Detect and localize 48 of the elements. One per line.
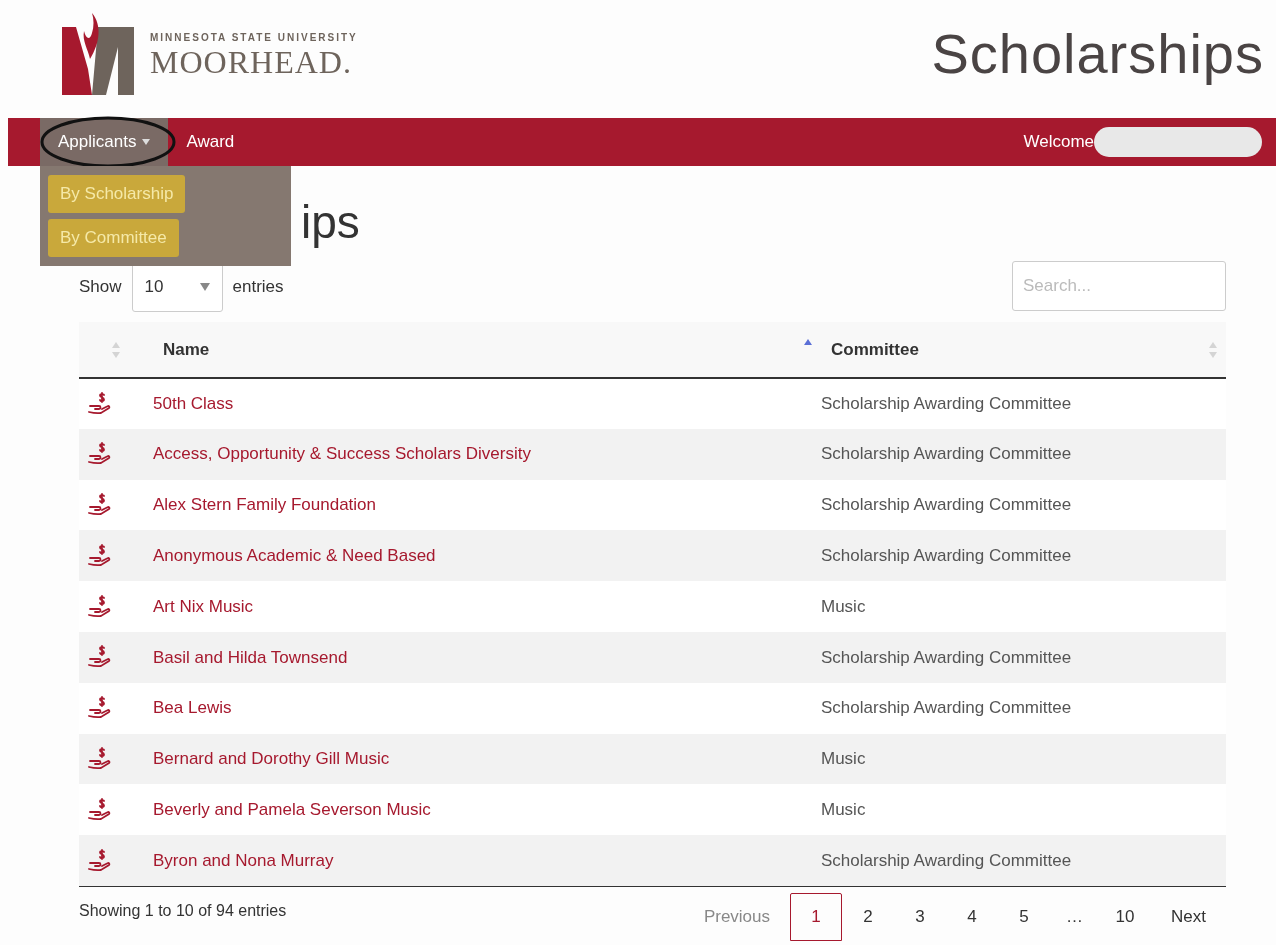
committee-cell: Scholarship Awarding Committee xyxy=(821,495,1072,515)
scholarship-link[interactable]: 50th Class xyxy=(153,394,234,414)
hand-dollar-icon xyxy=(87,796,113,823)
scholarship-link[interactable]: Bernard and Dorothy Gill Music xyxy=(153,749,390,769)
committee-cell: Scholarship Awarding Committee xyxy=(821,546,1072,566)
committee-cell: Music xyxy=(821,596,866,616)
column-header[interactable]: Name xyxy=(163,336,210,363)
page-button[interactable]: 4 xyxy=(946,892,999,941)
page-button[interactable]: 10 xyxy=(1099,892,1152,941)
scholarship-link[interactable]: Basil and Hilda Townsend xyxy=(153,647,348,667)
pagination-ellipsis: … xyxy=(1065,906,1085,929)
hand-dollar-icon xyxy=(87,492,113,518)
scholarship-link[interactable]: Bea Lewis xyxy=(153,698,232,718)
scholarship-link[interactable]: Anonymous Academic & Need Based xyxy=(153,546,436,566)
page-button[interactable]: 1 xyxy=(790,892,843,941)
scholarship-link[interactable]: Art Nix Music xyxy=(153,596,254,616)
scholarship-link[interactable]: Access, Opportunity & Success Scholars Diversity xyxy=(153,444,531,464)
committee-cell: Music xyxy=(821,749,866,769)
page-button[interactable]: 5 xyxy=(998,892,1051,941)
column-header[interactable]: Committee xyxy=(831,336,919,363)
hand-dollar-icon xyxy=(87,847,113,874)
university-name: MOORHEAD. xyxy=(150,44,353,79)
scholarship-link[interactable]: Alex Stern Family Foundation xyxy=(153,495,376,515)
page-button[interactable]: 2 xyxy=(842,892,895,941)
scholarship-link[interactable]: Byron and Nona Murray xyxy=(153,850,334,870)
entries-label: entries xyxy=(232,276,284,299)
nav-item[interactable]: Award xyxy=(168,118,253,166)
site-title: Scholarships xyxy=(931,21,1264,87)
page-title: ips xyxy=(301,195,360,250)
hand-dollar-icon xyxy=(87,390,113,417)
entries-info: Showing 1 to 10 of 94 entries xyxy=(79,900,287,921)
hand-dollar-icon xyxy=(87,593,113,620)
next-button[interactable]: Next xyxy=(1151,892,1226,941)
committee-cell: Scholarship Awarding Committee xyxy=(821,444,1072,464)
committee-cell: Scholarship Awarding Committee xyxy=(821,647,1072,667)
caret-icon xyxy=(199,283,210,291)
committee-cell: Music xyxy=(821,800,866,819)
committee-cell: Scholarship Awarding Committee xyxy=(821,850,1072,870)
hand-dollar-icon xyxy=(87,745,113,772)
hand-dollar-icon xyxy=(87,542,113,569)
page-button[interactable]: 3 xyxy=(894,892,947,941)
committee-cell: Scholarship Awarding Committee xyxy=(821,394,1072,414)
welcome-text: Welcome xyxy=(1023,131,1094,154)
university-tagline: MINNESOTA STATE UNIVERSITY xyxy=(150,30,358,45)
show-label: Show xyxy=(79,276,122,299)
search-field[interactable]: Search... xyxy=(1012,261,1226,311)
committee-cell: Scholarship Awarding Committee xyxy=(821,698,1072,718)
scholarship-link[interactable]: Beverly and Pamela Severson Music xyxy=(153,800,431,819)
